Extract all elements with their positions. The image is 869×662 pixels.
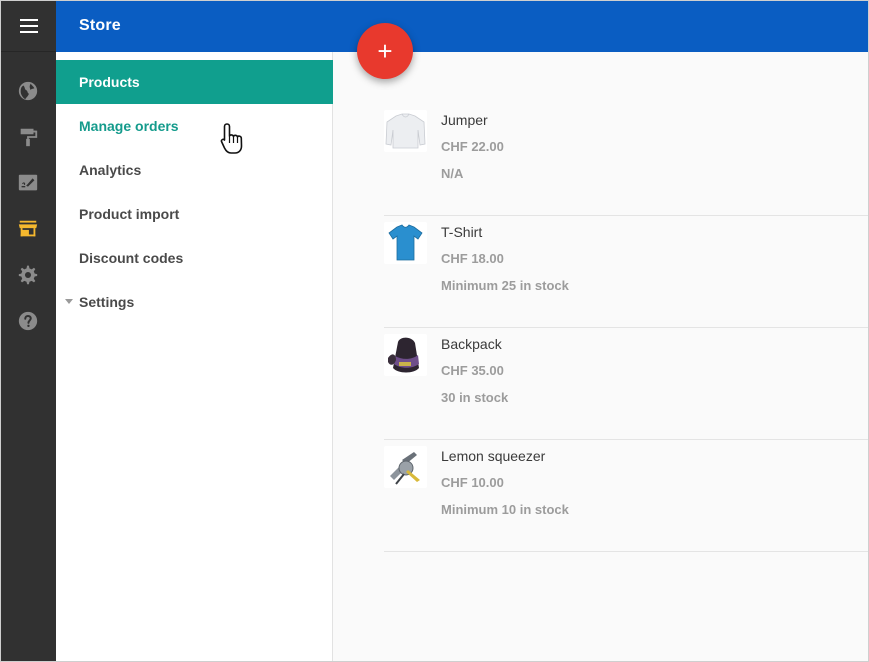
add-product-button[interactable]: + bbox=[357, 23, 413, 79]
app-bar: Store bbox=[56, 1, 868, 52]
nav-item-label: Settings bbox=[79, 294, 135, 310]
paint-roller-icon[interactable] bbox=[17, 126, 39, 148]
product-price: CHF 18.00 bbox=[441, 251, 504, 266]
product-row-lemon-squeezer[interactable]: Lemon squeezer CHF 10.00 Minimum 10 in s… bbox=[384, 440, 868, 552]
tshirt-thumbnail bbox=[384, 222, 427, 264]
product-name: Lemon squeezer bbox=[441, 448, 546, 464]
product-stock: 30 in stock bbox=[441, 390, 509, 405]
icon-rail bbox=[1, 1, 56, 661]
product-stock: N/A bbox=[441, 166, 464, 181]
product-name: Backpack bbox=[441, 336, 502, 352]
nav-item-manage-orders[interactable]: Manage orders bbox=[56, 104, 333, 148]
product-price: CHF 10.00 bbox=[441, 475, 504, 490]
gear-icon[interactable] bbox=[17, 264, 39, 286]
app-frame: Store Products Manage orders Analytics P… bbox=[0, 0, 869, 662]
product-row-tshirt[interactable]: T-Shirt CHF 18.00 Minimum 25 in stock bbox=[384, 216, 868, 328]
jumper-thumbnail bbox=[384, 110, 427, 152]
store-icon[interactable] bbox=[17, 218, 39, 240]
nav-item-label: Analytics bbox=[79, 162, 142, 178]
product-price: CHF 35.00 bbox=[441, 363, 504, 378]
nav-item-analytics[interactable]: Analytics bbox=[56, 148, 333, 192]
signature-icon[interactable] bbox=[17, 172, 39, 194]
plus-icon: + bbox=[377, 36, 393, 66]
hamburger-menu-icon bbox=[19, 19, 38, 33]
nav-item-settings[interactable]: Settings bbox=[56, 280, 333, 324]
expand-caret-icon[interactable] bbox=[65, 299, 73, 304]
help-icon[interactable] bbox=[17, 310, 39, 332]
globe-icon[interactable] bbox=[17, 80, 39, 102]
product-row-backpack[interactable]: Backpack CHF 35.00 30 in stock bbox=[384, 328, 868, 440]
product-price: CHF 22.00 bbox=[441, 139, 504, 154]
nav-item-products[interactable]: Products bbox=[56, 60, 333, 104]
nav-item-label: Manage orders bbox=[79, 118, 179, 134]
hand-pointer-icon bbox=[220, 123, 243, 154]
product-name: Jumper bbox=[441, 112, 488, 128]
product-stock: Minimum 10 in stock bbox=[441, 502, 569, 517]
product-row-jumper[interactable]: Jumper CHF 22.00 N/A bbox=[384, 104, 868, 216]
nav-item-product-import[interactable]: Product import bbox=[56, 192, 333, 236]
menu-button[interactable] bbox=[1, 1, 56, 52]
nav-item-label: Discount codes bbox=[79, 250, 184, 266]
product-name: T-Shirt bbox=[441, 224, 483, 240]
lemon-squeezer-thumbnail bbox=[384, 446, 427, 488]
backpack-thumbnail bbox=[384, 334, 427, 376]
product-stock: Minimum 25 in stock bbox=[441, 278, 569, 293]
nav-item-discount-codes[interactable]: Discount codes bbox=[56, 236, 333, 280]
app-title: Store bbox=[79, 17, 121, 34]
nav-item-label: Products bbox=[79, 74, 140, 90]
nav-item-label: Product import bbox=[79, 206, 180, 222]
nav-drawer: Products Manage orders Analytics Product… bbox=[56, 52, 333, 661]
